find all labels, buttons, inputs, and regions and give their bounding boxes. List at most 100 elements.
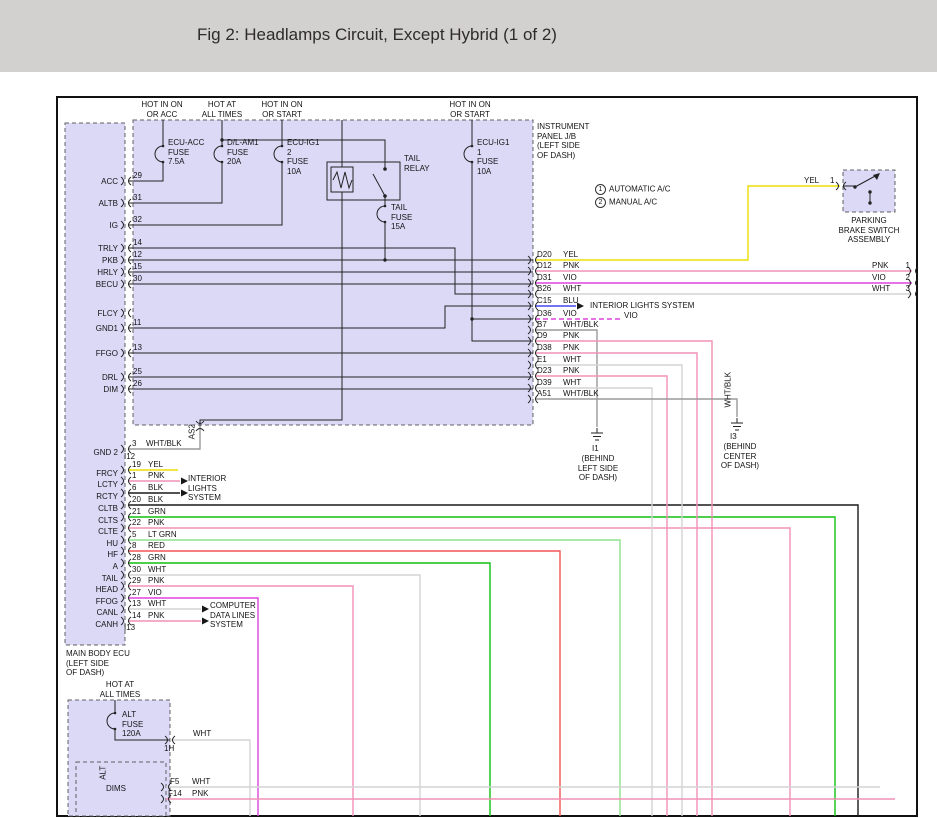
ecu-pin-28: 28 xyxy=(132,553,146,563)
ecu-pin-6-color: BLK xyxy=(148,483,163,493)
alt-feed-color: WHT xyxy=(193,729,211,739)
ecu-pin-22-color: PNK xyxy=(148,518,164,528)
ecu-label-dim: DIM xyxy=(58,385,118,395)
ground-wire-color-rotated: WHT/BLK xyxy=(723,370,733,410)
ecu-pin-29b-color: PNK xyxy=(148,576,164,586)
jb-pin-d23: D23 xyxy=(537,366,561,376)
jb-pin-color-e1: WHT xyxy=(563,355,607,365)
jb-pin-color-d9: PNK xyxy=(563,331,607,341)
hot-label-1: HOT IN ON OR ACC xyxy=(136,100,188,119)
jb-pin-d39: D39 xyxy=(537,378,561,388)
ecu-pin-27-color: VIO xyxy=(148,588,162,598)
ecu-label-gnd1: GND1 xyxy=(58,324,118,334)
connector-i13: I13 xyxy=(124,623,135,633)
ecu-pin-12: 12 xyxy=(133,250,153,260)
ecu-pin-1-color: PNK xyxy=(148,471,164,481)
ecu-pin-20: 20 xyxy=(132,495,146,505)
ecu-label-hf: HF xyxy=(58,550,118,560)
ecu-label-trly: TRLY xyxy=(58,244,118,254)
interior-lights-system-right: INTERIOR LIGHTS SYSTEM xyxy=(590,301,694,311)
edge-color-wht: WHT xyxy=(872,284,898,294)
ecu-pin-13b: 13 xyxy=(132,599,146,609)
ecu-label-ffgo: FFGO xyxy=(58,349,118,359)
tail-relay-label: TAIL RELAY xyxy=(404,154,430,173)
ecu-pin-27: 27 xyxy=(132,588,146,598)
ecu-label-rcty: RCTY xyxy=(58,492,118,502)
ecu-pin-22: 22 xyxy=(132,518,146,528)
ecu-label-flcy: FLCY xyxy=(58,309,118,319)
ecu-pin-29: 29 xyxy=(133,171,153,181)
ecu-pin-14: 14 xyxy=(133,238,153,248)
jb-pin-color-b26: WHT xyxy=(563,284,607,294)
hot-label-4: HOT IN ON OR START xyxy=(444,100,496,119)
ecu-pin-3-color: WHT/BLK xyxy=(146,439,182,449)
note-automatic-ac-text: AUTOMATIC A/C xyxy=(609,185,671,194)
ecu-pin-14b-color: PNK xyxy=(148,611,164,621)
edge-pin-2: 2 xyxy=(896,273,910,283)
note-manual-ac-text: MANUAL A/C xyxy=(609,198,657,207)
jb-pin-color-d38: PNK xyxy=(563,343,607,353)
page: { "header": { "title": "Fig 2: Headlamps… xyxy=(0,0,937,818)
jb-pin-e1: E1 xyxy=(537,355,561,365)
ecu-label-clts: CLTS xyxy=(58,516,118,526)
ecu-pin-25: 25 xyxy=(133,367,153,377)
ground-i3-label: I3 xyxy=(730,432,737,442)
alt-fuse-label: ALT FUSE 120A xyxy=(122,710,143,739)
jb-pin-color-d31: VIO xyxy=(563,273,607,283)
dims-label: DIMS xyxy=(106,784,126,794)
ecu-label-becu: BECU xyxy=(58,280,118,290)
alternator-label-rotated: ALT xyxy=(98,761,108,785)
alt-pin-f5-color: WHT xyxy=(192,777,210,787)
ecu-pin-1: 1 xyxy=(132,471,146,481)
ecu-label-drl: DRL xyxy=(58,373,118,383)
ecu-pin-6: 6 xyxy=(132,483,146,493)
ecu-label-frcy: FRCY xyxy=(58,469,118,479)
jb-pin-d9: D9 xyxy=(537,331,561,341)
hot-label-3: HOT IN ON OR START xyxy=(256,100,308,119)
ecu-pin-26: 26 xyxy=(133,379,153,389)
jb-pin-b7: B7 xyxy=(537,320,561,330)
ecu-label-tail: TAIL xyxy=(58,574,118,584)
jb-pin-d31: D31 xyxy=(537,273,561,283)
ecu-pin-30b-color: WHT xyxy=(148,565,166,575)
ecu-pin-28-color: GRN xyxy=(148,553,166,563)
ecu-label-cltb: CLTB xyxy=(58,504,118,514)
ecu-pin-8: 8 xyxy=(132,541,146,551)
connector-i12: I12 xyxy=(124,452,135,462)
jb-pin-color-d23: PNK xyxy=(563,366,607,376)
ground-i1-note: (BEHIND LEFT SIDE OF DASH) xyxy=(570,454,626,483)
jb-pin-a51: A51 xyxy=(537,389,561,399)
fuse-label-ecu-ig1-2: ECU-IG1 2 FUSE 10A xyxy=(287,138,319,176)
ecu-label-canh: CANH xyxy=(58,620,118,630)
pbs-pin-number: 1 xyxy=(830,176,834,186)
jb-pin-d36: D36 xyxy=(537,309,561,319)
ecu-label-clte: CLTE xyxy=(58,527,118,537)
ecu-label-hrly: HRLY xyxy=(58,268,118,278)
ecu-pin-30: 30 xyxy=(133,274,153,284)
fuse-label-ecu-acc: ECU-ACC FUSE 7.5A xyxy=(168,138,204,167)
ecu-label-hu: HU xyxy=(58,539,118,549)
ecu-label-ig: IG xyxy=(58,221,118,231)
jb-pin-color-d12: PNK xyxy=(563,261,607,271)
connector-as2-rotated: AS2 xyxy=(187,420,197,444)
jb-pin-color-a51: WHT/BLK xyxy=(563,389,607,399)
edge-pin-3: 3 xyxy=(896,284,910,294)
ecu-label-pkb: PKB xyxy=(58,256,118,266)
ecu-pin-20-color: BLK xyxy=(148,495,163,505)
connector-1h: 1H xyxy=(164,744,174,754)
ecu-pin-13b-color: WHT xyxy=(148,599,166,609)
alt-pin-f14-color: PNK xyxy=(192,789,208,799)
ground-i1-label: I1 xyxy=(592,444,599,454)
ecu-pin-14b: 14 xyxy=(132,611,146,621)
ecu-pin-15: 15 xyxy=(133,262,153,272)
ecu-pin-5-color: LT GRN xyxy=(148,530,177,540)
edge-pin-1: 1 xyxy=(896,261,910,271)
jb-pin-color-d20: YEL xyxy=(563,250,607,260)
circled-2-icon: 2 xyxy=(595,197,606,208)
ecu-label-head: HEAD xyxy=(58,585,118,595)
computer-data-lines-system: COMPUTER DATA LINES SYSTEM xyxy=(210,601,256,630)
pbs-wire-color: YEL xyxy=(804,176,819,186)
ecu-pin-3: 3 xyxy=(132,439,146,449)
alt-pin-f5: F5 xyxy=(170,777,188,787)
ecu-pin-32: 32 xyxy=(133,215,153,225)
